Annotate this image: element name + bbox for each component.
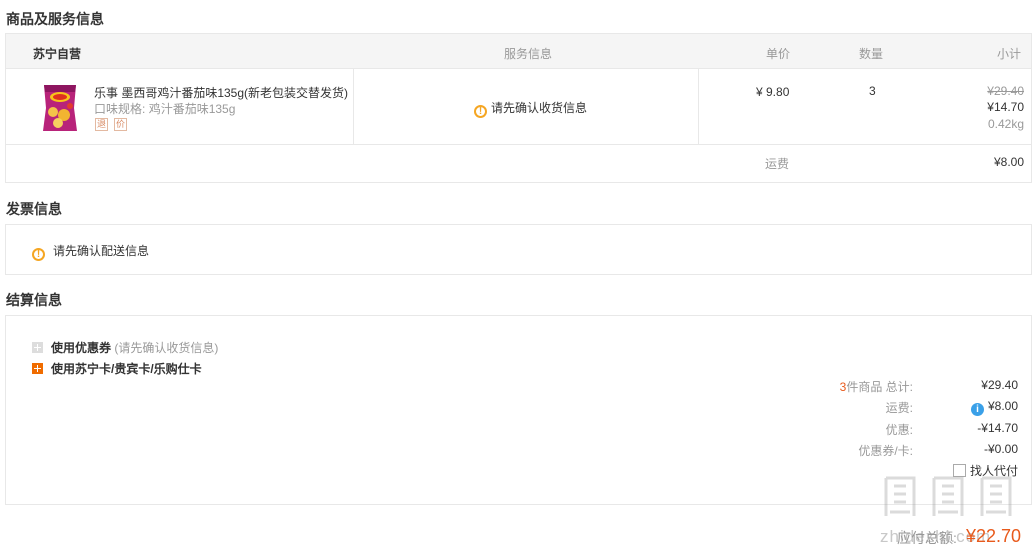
divider: [698, 69, 699, 144]
column-service: 服务信息: [504, 47, 553, 61]
service-message: 请先确认收货信息: [491, 101, 588, 115]
store-name: 苏宁自营: [33, 47, 82, 61]
expand-plus-icon[interactable]: [32, 363, 43, 374]
summary-coupon-card-value: -¥0.00: [983, 442, 1018, 456]
info-icon[interactable]: i: [970, 403, 984, 416]
price-tag[interactable]: 价: [114, 118, 127, 131]
shipping-row: 运费 ¥8.00: [5, 145, 1032, 183]
service-info: ! 请先确认收货信息: [474, 99, 587, 118]
summary-freight-value: ¥8.00: [987, 399, 1018, 413]
summary-discount-label: 优惠:: [885, 423, 913, 437]
unit-price: ¥ 9.80: [756, 85, 790, 99]
product-name[interactable]: 乐事 墨西哥鸡汁番茄味135g(新老包装交替发货): [94, 84, 348, 101]
invoice-section-title: 发票信息: [6, 201, 62, 217]
invoice-box: ! 请先确认配送信息: [5, 224, 1032, 275]
card-option[interactable]: 使用苏宁卡/贵宾卡/乐购仕卡: [32, 360, 202, 377]
subtotal-current: ¥14.70: [987, 100, 1024, 114]
watermark-logo-icon: [884, 476, 1012, 516]
goods-table-header: 苏宁自营 服务信息 单价 数量 小计: [5, 33, 1032, 69]
product-weight: 0.42kg: [987, 117, 1024, 131]
column-qty: 数量: [859, 47, 884, 61]
chips-bag-icon[interactable]: [40, 82, 80, 134]
payable-value: ¥22.70: [965, 526, 1021, 546]
item-count-suffix: 件商品 总计:: [846, 380, 913, 394]
return-tag[interactable]: 退: [95, 118, 108, 131]
summary-count-label: 3件商品 总计:: [840, 378, 913, 395]
product-row: 乐事 墨西哥鸡汁番茄味135g(新老包装交替发货) 口味规格: 鸡汁番茄味135…: [5, 69, 1032, 145]
goods-section-title: 商品及服务信息: [6, 11, 104, 27]
payable-label: 应付总额:: [897, 530, 957, 546]
coupon-label: 使用优惠券: [51, 341, 112, 355]
card-label: 使用苏宁卡/贵宾卡/乐购仕卡: [51, 362, 202, 376]
column-subtotal: 小计: [996, 47, 1021, 61]
coupon-option[interactable]: 使用优惠券 (请先确认收货信息): [32, 339, 218, 356]
summary-discount-value: -¥14.70: [977, 421, 1018, 435]
shipping-label: 运费: [765, 157, 790, 171]
summary-coupon-card-label: 优惠券/卡:: [858, 444, 913, 458]
settle-section-title: 结算信息: [6, 292, 62, 308]
spec-value: 鸡汁番茄味135g: [148, 102, 236, 116]
warning-icon: !: [474, 105, 487, 118]
divider: [353, 69, 354, 144]
coupon-hint: (请先确认收货信息): [114, 341, 219, 355]
subtotal-original: ¥29.40: [987, 84, 1024, 98]
invoice-message-row: ! 请先确认配送信息: [32, 242, 149, 261]
summary-freight-label: 运费:: [885, 401, 913, 415]
summary-total-value: ¥29.40: [981, 378, 1018, 392]
warning-icon: !: [32, 248, 45, 261]
invoice-message: 请先确认配送信息: [53, 244, 150, 258]
column-price: 单价: [766, 47, 791, 61]
spec-label: 口味规格:: [94, 102, 146, 116]
expand-plus-icon[interactable]: [32, 342, 43, 353]
quantity: 3: [869, 84, 876, 98]
summary-freight: i ¥8.00: [970, 399, 1018, 416]
shipping-value: ¥8.00: [993, 155, 1024, 169]
product-spec: 口味规格: 鸡汁番茄味135g: [94, 100, 235, 117]
